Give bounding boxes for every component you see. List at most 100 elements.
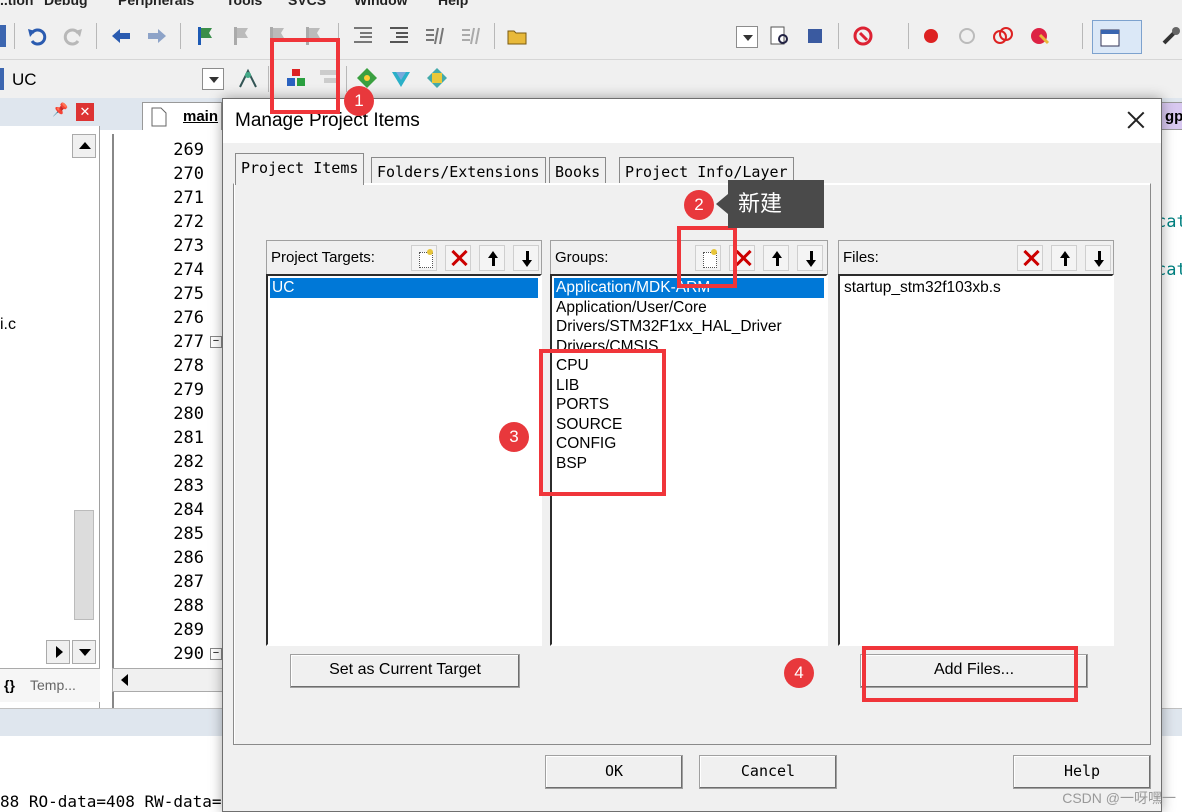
manage-rte-icon[interactable] <box>426 67 448 89</box>
toolbar-separator <box>268 66 269 92</box>
comment-icon[interactable] <box>424 25 446 47</box>
files-header: Files: <box>838 240 1114 274</box>
files-list[interactable]: startup_stm32f103xb.s <box>838 274 1114 646</box>
editor-hscroll[interactable] <box>112 668 224 692</box>
editor-tab-main[interactable]: main <box>142 102 222 130</box>
highlight-new-groups <box>539 349 666 496</box>
redo-icon[interactable] <box>62 25 84 47</box>
line-number: 271 <box>173 188 204 208</box>
partial-toolbar-icon[interactable] <box>0 25 6 47</box>
scroll-up-button[interactable] <box>72 134 96 158</box>
scroll-right-button[interactable] <box>46 640 70 664</box>
groups-label: Groups: <box>555 249 609 266</box>
nav-back-icon[interactable] <box>110 25 132 47</box>
breakpoint-icon[interactable] <box>920 25 942 47</box>
open-folder-icon[interactable] <box>506 25 528 47</box>
breakpoint-disabled-icon[interactable] <box>956 25 978 47</box>
scroll-left-icon <box>121 674 128 686</box>
move-target-up-icon[interactable] <box>479 245 505 271</box>
line-number: 281 <box>173 428 204 448</box>
list-item[interactable]: Drivers/STM32F1xx_HAL_Driver <box>554 317 782 337</box>
menu-item-window[interactable]: Window <box>354 0 408 8</box>
select-packs-icon[interactable] <box>390 67 412 89</box>
delete-target-icon[interactable] <box>445 245 471 271</box>
help-button[interactable]: Help <box>1013 755 1151 789</box>
tab-folders-extensions[interactable]: Folders/Extensions <box>371 157 546 185</box>
uncomment-icon[interactable] <box>460 25 482 47</box>
move-target-down-icon[interactable] <box>513 245 539 271</box>
step-badge-1: 1 <box>344 86 374 116</box>
new-tooltip: 新建 <box>716 180 824 228</box>
incremental-find-icon[interactable] <box>804 25 826 47</box>
menu-bar: ..tion Debug Peripherals Tools SVCS Wind… <box>0 0 1182 14</box>
targets-list[interactable]: UC <box>266 274 542 646</box>
target-options-icon[interactable] <box>236 67 258 89</box>
configure-icon[interactable] <box>1160 25 1182 47</box>
project-panel-scroll-thumb[interactable] <box>74 510 94 620</box>
nav-forward-icon[interactable] <box>146 25 168 47</box>
delete-file-icon[interactable] <box>1017 245 1043 271</box>
toolbar-separator <box>838 23 839 49</box>
ok-button[interactable]: OK <box>545 755 683 789</box>
menu-item-tools[interactable]: Tools <box>226 0 262 8</box>
files-label: Files: <box>843 249 879 266</box>
line-number: 285 <box>173 524 204 544</box>
move-file-up-icon[interactable] <box>1051 245 1077 271</box>
set-current-target-button[interactable]: Set as Current Target <box>290 654 520 688</box>
toolbar-separator <box>494 23 495 49</box>
scroll-down-icon <box>79 649 91 656</box>
find-combo-dropdown[interactable] <box>736 26 758 48</box>
templates-tab[interactable]: {} Temp... <box>0 668 100 702</box>
scroll-right-icon <box>56 646 63 658</box>
project-panel: 📌 ✕ i.c {} Temp... <box>0 98 100 708</box>
highlight-manage-project-icon <box>270 38 340 114</box>
fold-toggle-icon[interactable]: − <box>210 648 222 660</box>
undo-icon[interactable] <box>26 25 48 47</box>
line-number: 278 <box>173 356 204 376</box>
menu-item-debug[interactable]: Debug <box>44 0 88 8</box>
line-number: 273 <box>173 236 204 256</box>
menu-item-partial[interactable]: ..tion <box>0 0 33 8</box>
menu-item-help[interactable]: Help <box>438 0 468 8</box>
window-layout-button[interactable] <box>1092 20 1142 54</box>
partial-toolbar-icon[interactable] <box>0 68 4 90</box>
scroll-down-button[interactable] <box>72 640 96 664</box>
panel-close-icon[interactable]: ✕ <box>76 103 94 121</box>
toolbar-separator <box>908 23 909 49</box>
list-item[interactable]: UC <box>270 278 538 298</box>
watermark: CSDN @一呀嘿一 <box>1062 790 1176 806</box>
indent-icon[interactable] <box>352 25 374 47</box>
line-number: 272 <box>173 212 204 232</box>
move-group-down-icon[interactable] <box>797 245 823 271</box>
project-file-fragment[interactable]: i.c <box>0 316 16 334</box>
templates-icon: {} <box>4 677 15 693</box>
list-item[interactable]: startup_stm32f103xb.s <box>842 278 1001 298</box>
bookmark-prev-icon[interactable] <box>230 25 252 47</box>
unindent-icon[interactable] <box>388 25 410 47</box>
cancel-button[interactable]: Cancel <box>699 755 837 789</box>
new-target-icon[interactable] <box>411 245 437 271</box>
close-icon[interactable] <box>1125 109 1147 131</box>
toolbar-separator <box>346 66 347 92</box>
line-number: 279 <box>173 380 204 400</box>
menu-item-peripherals[interactable]: Peripherals <box>118 0 194 8</box>
bookmark-icon[interactable] <box>194 25 216 47</box>
target-select-dropdown[interactable] <box>202 68 224 90</box>
breakpoint-kill-all-icon[interactable] <box>1028 25 1050 47</box>
move-file-down-icon[interactable] <box>1085 245 1111 271</box>
toolbar-separator <box>14 23 15 49</box>
line-number: 289 <box>173 620 204 640</box>
targets-label: Project Targets: <box>271 249 375 266</box>
tab-books[interactable]: Books <box>549 157 607 185</box>
step-badge-3: 3 <box>499 422 529 452</box>
move-group-up-icon[interactable] <box>763 245 789 271</box>
pin-icon[interactable]: 📌 <box>52 102 68 118</box>
breakpoint-disable-all-icon[interactable] <box>992 25 1014 47</box>
list-item[interactable]: Application/User/Core <box>554 298 707 318</box>
menu-item-svcs[interactable]: SVCS <box>288 0 326 8</box>
find-in-files-icon[interactable] <box>768 25 790 47</box>
tab-project-items[interactable]: Project Items <box>235 153 365 185</box>
debug-session-icon[interactable] <box>852 25 874 47</box>
fold-toggle-icon[interactable]: − <box>210 336 222 348</box>
editor-tab-gp[interactable]: gp <box>1160 102 1182 130</box>
